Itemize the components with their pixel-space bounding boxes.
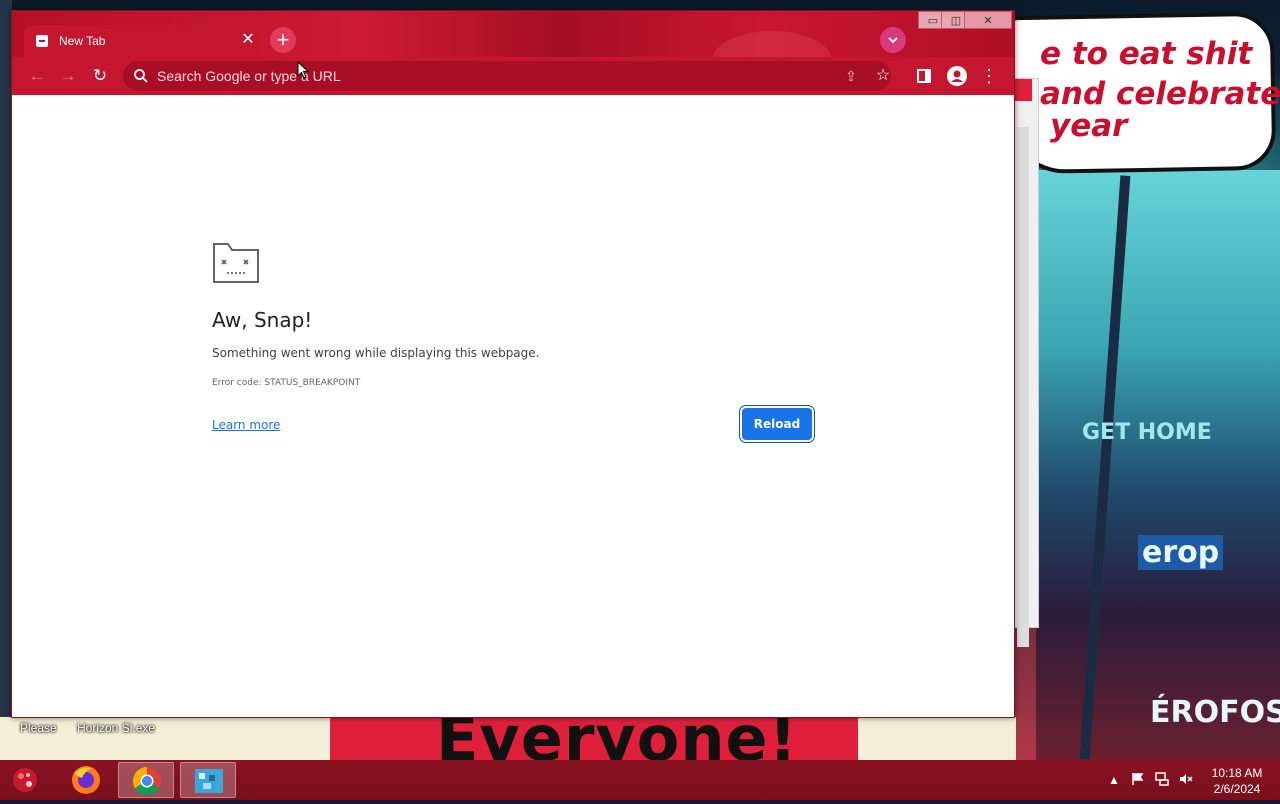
wallpaper-text-line2: and celebrate (1040, 76, 1280, 112)
side-panel-icon (917, 69, 931, 83)
chrome-icon (133, 767, 161, 795)
clock-date: 2/6/2024 (1213, 782, 1261, 796)
background-window-scrollbar[interactable] (1017, 127, 1029, 647)
tab-search-button[interactable] (880, 27, 906, 53)
clock-time: 10:18 AM (1211, 766, 1263, 780)
omnibox-placeholder: Search Google or type a URL (157, 68, 341, 84)
sad-tab-page: Aw, Snap! Something went wrong while dis… (12, 95, 1014, 717)
taskbar: ▲ 10:18 AM 2/6/2024 (0, 760, 1280, 800)
side-panel-button[interactable] (911, 63, 937, 89)
forward-button[interactable]: → (55, 63, 81, 89)
omnibox[interactable]: Search Google or type a URL ⇪ ☆ (123, 61, 891, 91)
flag-icon (1132, 773, 1144, 785)
tray-overflow-icon[interactable]: ▲ (1106, 772, 1122, 788)
volume-muted-icon[interactable] (1178, 772, 1194, 788)
sad-folder-icon (213, 243, 259, 283)
browser-window: New Tab ✕ + ▭ ◫ ✕ ← → ↻ Search Google or… (11, 10, 1015, 718)
menu-button[interactable]: ⋮ (976, 63, 1002, 89)
desktop-icon-horizon[interactable]: Horizon Sl.exe (77, 721, 155, 735)
tab-close-icon[interactable]: ✕ (238, 30, 258, 50)
new-tab-button[interactable]: + (270, 27, 296, 53)
back-button[interactable]: ← (24, 63, 50, 89)
error-title: Aw, Snap! (212, 308, 313, 332)
network-icon[interactable] (1154, 772, 1170, 788)
speaker-muted-icon (1180, 774, 1193, 784)
sad-tab-favicon-icon (36, 35, 48, 47)
wallpaper-city-scene (1036, 170, 1280, 760)
taskbar-firefox[interactable] (58, 762, 114, 798)
wallpaper-text-line1: e to eat shit (1040, 36, 1253, 72)
start-orb-icon (13, 768, 37, 792)
network-monitor-icon (1155, 772, 1169, 786)
wallpaper-sign-get-home: GET HOME (1082, 420, 1212, 445)
action-center-flag-icon[interactable] (1130, 772, 1146, 788)
close-window-button[interactable]: ✕ (964, 11, 1012, 29)
tab-title: New Tab (59, 34, 106, 48)
reload-icon[interactable]: ↻ (87, 63, 113, 89)
search-icon (134, 69, 148, 83)
error-description: Something went wrong while displaying th… (212, 346, 540, 360)
start-button[interactable] (8, 764, 42, 796)
wallpaper-sign-erop: erop (1138, 535, 1224, 570)
profile-avatar-icon (947, 66, 967, 86)
learn-more-link[interactable]: Learn more (212, 418, 280, 432)
firefox-icon (72, 766, 100, 794)
tab-new-tab[interactable]: New Tab ✕ (24, 25, 262, 57)
background-window-titlebar (1014, 79, 1032, 101)
horizon-app-icon (195, 769, 223, 793)
error-code: Error code: STATUS_BREAKPOINT (212, 378, 361, 388)
bookmark-star-icon[interactable]: ☆ (873, 66, 893, 86)
taskbar-chrome[interactable] (118, 762, 174, 798)
wallpaper-sign-erofos: ÉROFOS (1150, 695, 1280, 730)
wallpaper-text-line3: year (1050, 108, 1128, 144)
share-icon[interactable]: ⇪ (841, 66, 861, 86)
profile-button[interactable] (944, 63, 970, 89)
chevron-down-icon (888, 37, 898, 44)
taskbar-horizon-app[interactable] (180, 762, 236, 798)
taskbar-clock[interactable]: 10:18 AM 2/6/2024 (1205, 765, 1269, 797)
browser-titlebar[interactable]: New Tab ✕ + ▭ ◫ ✕ (12, 11, 1014, 91)
background-window[interactable] (1013, 78, 1039, 647)
mouse-cursor-icon (297, 61, 309, 79)
reload-button[interactable]: Reload (742, 408, 812, 440)
browser-toolbar: ← → ↻ Search Google or type a URL ⇪ ☆ ⋮ (12, 57, 1014, 95)
desktop-icon-please[interactable]: Please (20, 721, 57, 735)
